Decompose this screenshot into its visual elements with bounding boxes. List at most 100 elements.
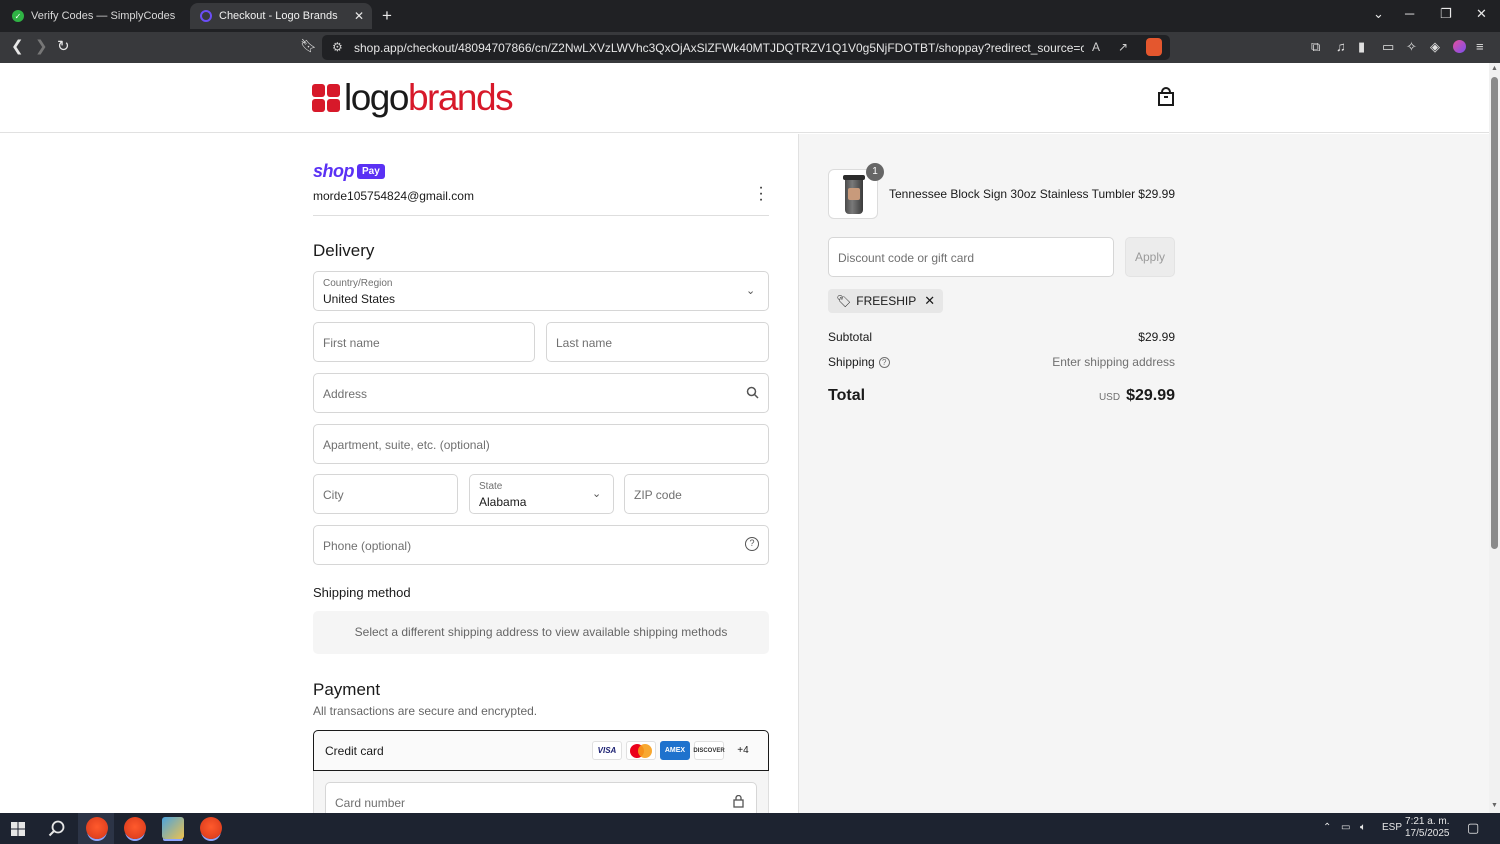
order-summary-panel bbox=[798, 134, 1489, 813]
tray-chevron-icon[interactable]: ⌃ bbox=[1323, 822, 1331, 833]
city-field[interactable]: City bbox=[313, 474, 458, 514]
card-number-field[interactable]: Card number bbox=[325, 782, 757, 813]
scroll-up-icon[interactable]: ▲ bbox=[1491, 65, 1498, 72]
apartment-field[interactable]: Apartment, suite, etc. (optional) bbox=[313, 424, 769, 464]
brave-browser-icon[interactable] bbox=[124, 817, 146, 839]
back-icon[interactable]: ❮ bbox=[11, 37, 24, 55]
check-favicon-icon: ✓ bbox=[12, 10, 24, 22]
scroll-thumb[interactable] bbox=[1491, 77, 1498, 549]
tab-close-icon[interactable]: ✕ bbox=[354, 9, 364, 23]
shipping-label: Shipping bbox=[828, 355, 875, 369]
close-window-icon[interactable]: ✕ bbox=[1476, 6, 1487, 22]
total-value: $29.99 bbox=[1126, 387, 1175, 404]
total-row: Total USD $29.99 bbox=[828, 387, 1175, 405]
windows-start-icon[interactable] bbox=[11, 822, 25, 836]
shop-pay-badge: Pay bbox=[357, 164, 385, 179]
address-bar[interactable]: ⚙ shop.app/checkout/48094707866/cn/Z2NwL… bbox=[322, 35, 1170, 60]
wallet-icon[interactable]: ▭ bbox=[1382, 39, 1394, 55]
zip-field[interactable]: ZIP code bbox=[624, 474, 769, 514]
product-name: Tennessee Block Sign 30oz Stainless Tumb… bbox=[889, 187, 1136, 201]
visa-icon: VISA bbox=[592, 741, 622, 760]
network-icon[interactable]: ▭ bbox=[1341, 822, 1350, 833]
url-text[interactable]: shop.app/checkout/48094707866/cn/Z2NwLXV… bbox=[354, 41, 1084, 55]
discount-tag: 🏷︎ FREESHIP ✕ bbox=[828, 289, 944, 313]
help-icon[interactable]: ? bbox=[878, 357, 890, 368]
payment-heading: Payment bbox=[313, 680, 381, 699]
browser-toolbar: ❮ ❯ ↻ 🔖︎ ⚙ shop.app/checkout/48094707866… bbox=[0, 32, 1500, 63]
shopping-bag-icon[interactable] bbox=[1157, 87, 1175, 107]
profile-icon[interactable] bbox=[1453, 40, 1466, 53]
remove-discount-icon[interactable]: ✕ bbox=[924, 293, 935, 309]
logo-text-dark: logo bbox=[344, 77, 409, 118]
credit-card-option[interactable]: Credit card VISA AMEX DISCOVER +4 bbox=[313, 730, 769, 771]
phone-field[interactable]: Phone (optional) ? bbox=[313, 525, 769, 565]
clock-date: 17/5/2025 bbox=[1405, 828, 1450, 839]
sidebar-icon[interactable]: ▮ bbox=[1358, 39, 1365, 55]
site-settings-icon[interactable]: ⚙ bbox=[332, 40, 343, 54]
apply-button[interactable]: Apply bbox=[1125, 237, 1175, 277]
brave-browser-icon[interactable] bbox=[86, 817, 108, 839]
chevron-down-icon: ⌄ bbox=[746, 285, 756, 297]
state-label: State bbox=[479, 481, 503, 492]
credit-card-form: Card number bbox=[313, 771, 769, 813]
last-name-placeholder: Last name bbox=[556, 336, 613, 350]
minimize-icon[interactable]: ─ bbox=[1405, 6, 1414, 21]
lock-icon bbox=[733, 795, 744, 808]
restore-icon[interactable]: ❐ bbox=[1440, 6, 1452, 22]
more-options-icon[interactable]: · · · bbox=[755, 180, 767, 208]
volume-icon[interactable]: 🔈︎ bbox=[1360, 822, 1366, 833]
mastercard-icon bbox=[626, 741, 656, 760]
new-tab-icon[interactable]: + bbox=[382, 6, 392, 26]
tumbler-image bbox=[843, 175, 865, 214]
tab-title: Checkout - Logo Brands bbox=[219, 10, 338, 22]
state-select[interactable]: State Alabama ⌄ bbox=[469, 474, 614, 514]
brave-shields-icon[interactable] bbox=[1146, 38, 1162, 56]
logo-mark-icon bbox=[312, 84, 340, 112]
brave-browser-icon[interactable] bbox=[200, 817, 222, 839]
amex-icon: AMEX bbox=[660, 741, 690, 760]
clock[interactable]: 7:21 a. m. 17/5/2025 bbox=[1405, 816, 1450, 840]
scroll-down-icon[interactable]: ▼ bbox=[1491, 802, 1498, 809]
tab-title: Verify Codes — SimplyCodes bbox=[31, 10, 176, 22]
bookmark-icon[interactable]: 🔖︎ bbox=[300, 38, 317, 54]
translate-icon[interactable]: A bbox=[1092, 40, 1100, 54]
tag-icon: 🏷︎ bbox=[836, 294, 852, 308]
country-select[interactable]: Country/Region United States ⌄ bbox=[313, 271, 769, 311]
help-icon[interactable]: ? bbox=[745, 537, 759, 551]
product-price: $29.99 bbox=[1138, 187, 1175, 201]
extensions-icon[interactable]: ⧉ bbox=[1311, 39, 1320, 55]
leo-ai-icon[interactable]: ✧ bbox=[1406, 39, 1417, 55]
store-header: logobrands bbox=[0, 63, 1489, 133]
card-number-placeholder: Card number bbox=[335, 796, 406, 810]
reload-icon[interactable]: ↻ bbox=[57, 37, 70, 55]
tab-list-chevron-icon[interactable]: ⌄ bbox=[1373, 6, 1384, 22]
credit-card-label: Credit card bbox=[325, 744, 384, 758]
page-scrollbar[interactable]: ▲ ▼ bbox=[1489, 63, 1500, 813]
address-field[interactable]: Address bbox=[313, 373, 769, 413]
account-email: morde105754824@gmail.com bbox=[313, 189, 474, 203]
share-icon[interactable]: ↗ bbox=[1118, 40, 1128, 54]
discount-code-input[interactable]: Discount code or gift card bbox=[828, 237, 1114, 277]
last-name-field[interactable]: Last name bbox=[546, 322, 769, 362]
subtotal-value: $29.99 bbox=[1138, 330, 1175, 344]
discount-placeholder: Discount code or gift card bbox=[838, 251, 975, 265]
tab-simplycodes[interactable]: ✓ Verify Codes — SimplyCodes bbox=[2, 3, 186, 29]
media-icon[interactable]: ♫ bbox=[1336, 39, 1346, 54]
phone-placeholder: Phone (optional) bbox=[323, 539, 412, 553]
quantity-badge: 1 bbox=[866, 163, 884, 181]
chevron-down-icon: ⌄ bbox=[592, 488, 602, 500]
search-icon[interactable] bbox=[48, 820, 65, 837]
apartment-placeholder: Apartment, suite, etc. (optional) bbox=[323, 438, 490, 452]
store-logo[interactable]: logobrands bbox=[312, 77, 514, 119]
first-name-field[interactable]: First name bbox=[313, 322, 535, 362]
country-value: United States bbox=[323, 292, 396, 306]
vpn-icon[interactable]: ◈ bbox=[1430, 39, 1440, 55]
file-explorer-icon[interactable] bbox=[162, 817, 184, 839]
currency-code: USD bbox=[1098, 392, 1121, 403]
language-indicator[interactable]: ESP bbox=[1382, 822, 1402, 833]
tab-checkout[interactable]: Checkout - Logo Brands ✕ bbox=[190, 3, 372, 29]
forward-icon[interactable]: ❯ bbox=[35, 37, 48, 55]
notifications-icon[interactable]: ▢ bbox=[1467, 820, 1479, 836]
divider bbox=[313, 215, 769, 216]
menu-icon[interactable]: ≡ bbox=[1476, 39, 1484, 54]
